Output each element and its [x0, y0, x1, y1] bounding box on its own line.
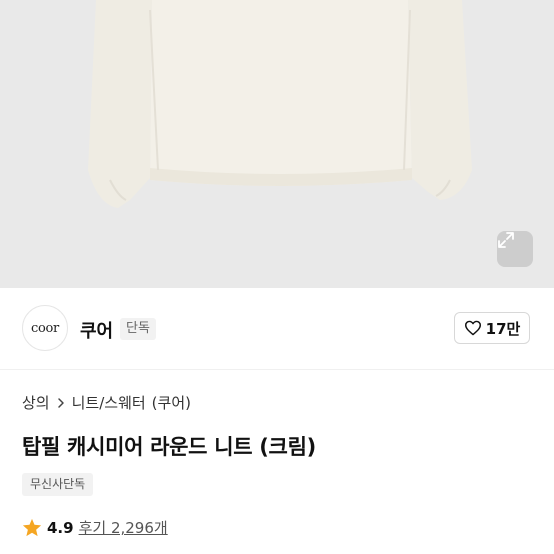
breadcrumb: 상의 니트/스웨터 (쿠어)	[22, 392, 191, 413]
product-image[interactable]	[0, 0, 554, 288]
chevron-right-icon	[57, 397, 64, 408]
breadcrumb-item[interactable]: (쿠어)	[152, 392, 191, 413]
exclusive-tag: 무신사단독	[22, 473, 94, 496]
heart-icon	[464, 320, 481, 336]
expand-image-button[interactable]	[497, 231, 533, 267]
sweater-illustration	[0, 0, 554, 288]
like-count: 17만	[485, 319, 521, 338]
breadcrumb-item[interactable]: 상의	[22, 392, 50, 413]
rating-value: 4.9	[47, 518, 74, 537]
brand-row: coor 쿠어 단독 17만	[0, 288, 554, 370]
review-count-link[interactable]: 후기 2,296개	[79, 517, 168, 538]
brand-logo-text: coor	[31, 320, 59, 336]
rating: 4.9 후기 2,296개	[22, 517, 168, 538]
star-icon	[22, 518, 42, 537]
product-title: 탑필 캐시미어 라운드 니트 (크림)	[22, 435, 316, 459]
like-button[interactable]: 17만	[454, 312, 530, 344]
brand-name[interactable]: 쿠어	[80, 317, 113, 343]
expand-icon	[498, 232, 514, 248]
brand-logo[interactable]: coor	[22, 305, 68, 351]
breadcrumb-item[interactable]: 니트/스웨터	[72, 392, 146, 413]
brand-exclusive-badge: 단독	[120, 318, 156, 340]
